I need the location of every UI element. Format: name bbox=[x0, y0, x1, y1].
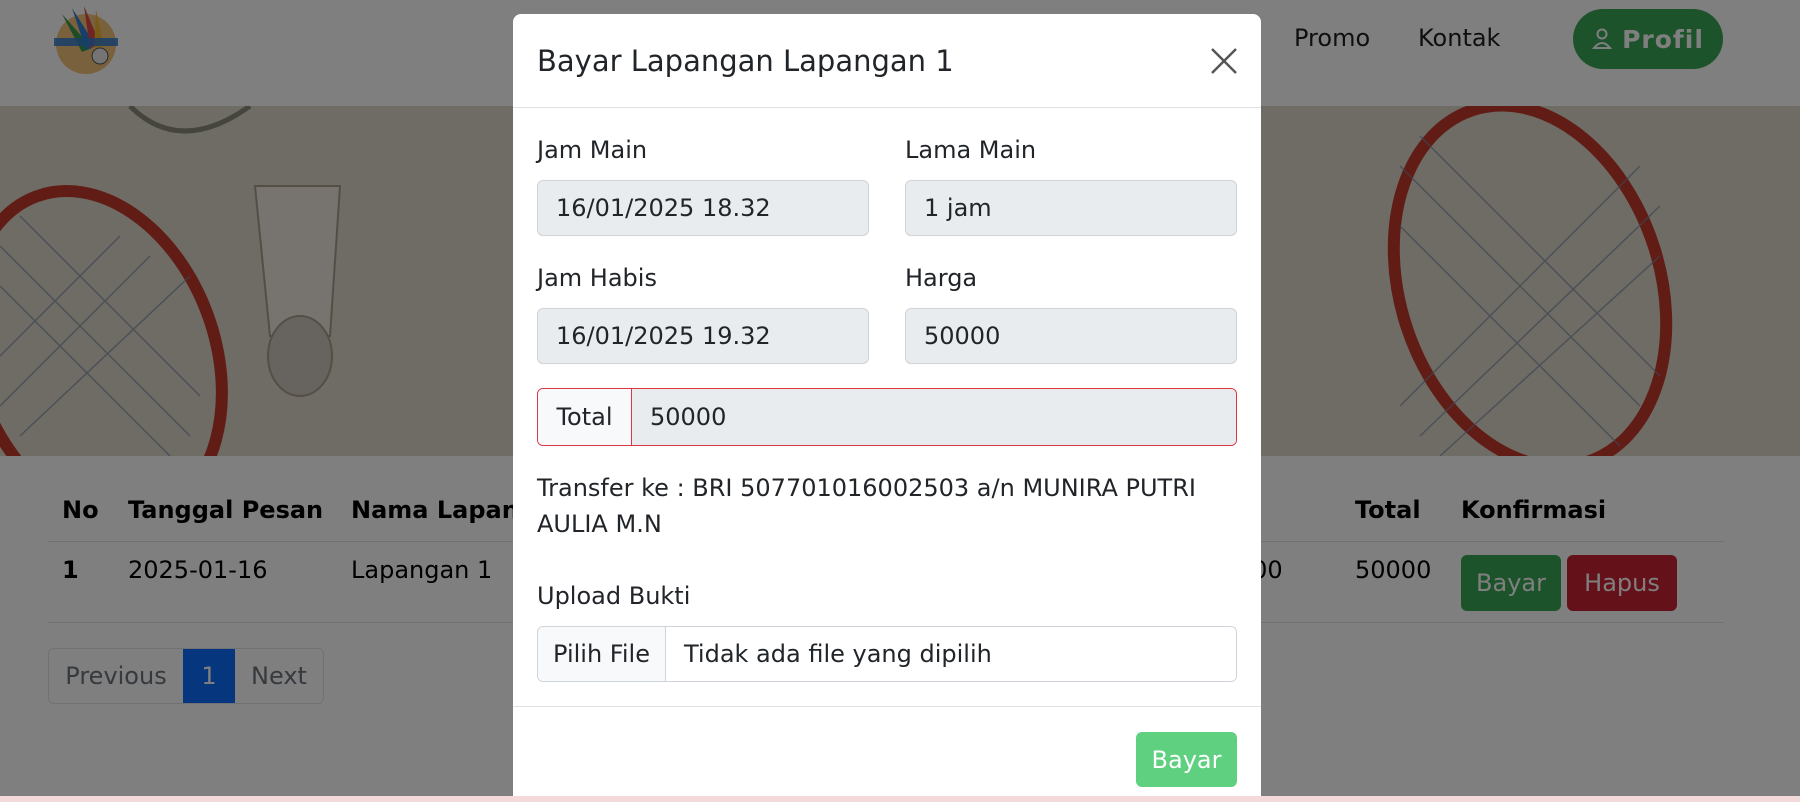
jam-habis-label: Jam Habis bbox=[537, 264, 657, 292]
harga-field[interactable]: 50000 bbox=[905, 308, 1237, 364]
modal-header-divider bbox=[513, 107, 1261, 108]
harga-label: Harga bbox=[905, 264, 978, 292]
upload-file-input[interactable]: Pilih File Tidak ada file yang dipilih bbox=[537, 626, 1237, 682]
submit-payment-button[interactable]: Bayar bbox=[1136, 732, 1237, 787]
jam-habis-field[interactable]: 16/01/2025 19.32 bbox=[537, 308, 869, 364]
jam-main-field[interactable]: 16/01/2025 18.32 bbox=[537, 180, 869, 236]
total-field[interactable]: 50000 bbox=[632, 389, 1236, 445]
close-icon[interactable] bbox=[1207, 44, 1241, 78]
jam-main-label: Jam Main bbox=[537, 136, 648, 164]
total-prefix-label: Total bbox=[538, 389, 632, 445]
lama-main-field[interactable]: 1 jam bbox=[905, 180, 1237, 236]
transfer-info-text: Transfer ke : BRI 507701016002503 a/n MU… bbox=[537, 474, 1196, 538]
lama-main-label: Lama Main bbox=[905, 136, 1037, 164]
choose-file-button[interactable]: Pilih File bbox=[538, 627, 666, 681]
modal-title: Bayar Lapangan Lapangan 1 bbox=[537, 44, 954, 78]
payment-modal: Bayar Lapangan Lapangan 1 Jam Main 16/01… bbox=[513, 14, 1261, 802]
file-status-text: Tidak ada file yang dipilih bbox=[666, 627, 1236, 681]
modal-footer-divider bbox=[513, 706, 1261, 707]
total-input-group: Total 50000 bbox=[537, 388, 1237, 446]
upload-bukti-label: Upload Bukti bbox=[537, 582, 691, 610]
bottom-strip bbox=[0, 796, 1800, 802]
